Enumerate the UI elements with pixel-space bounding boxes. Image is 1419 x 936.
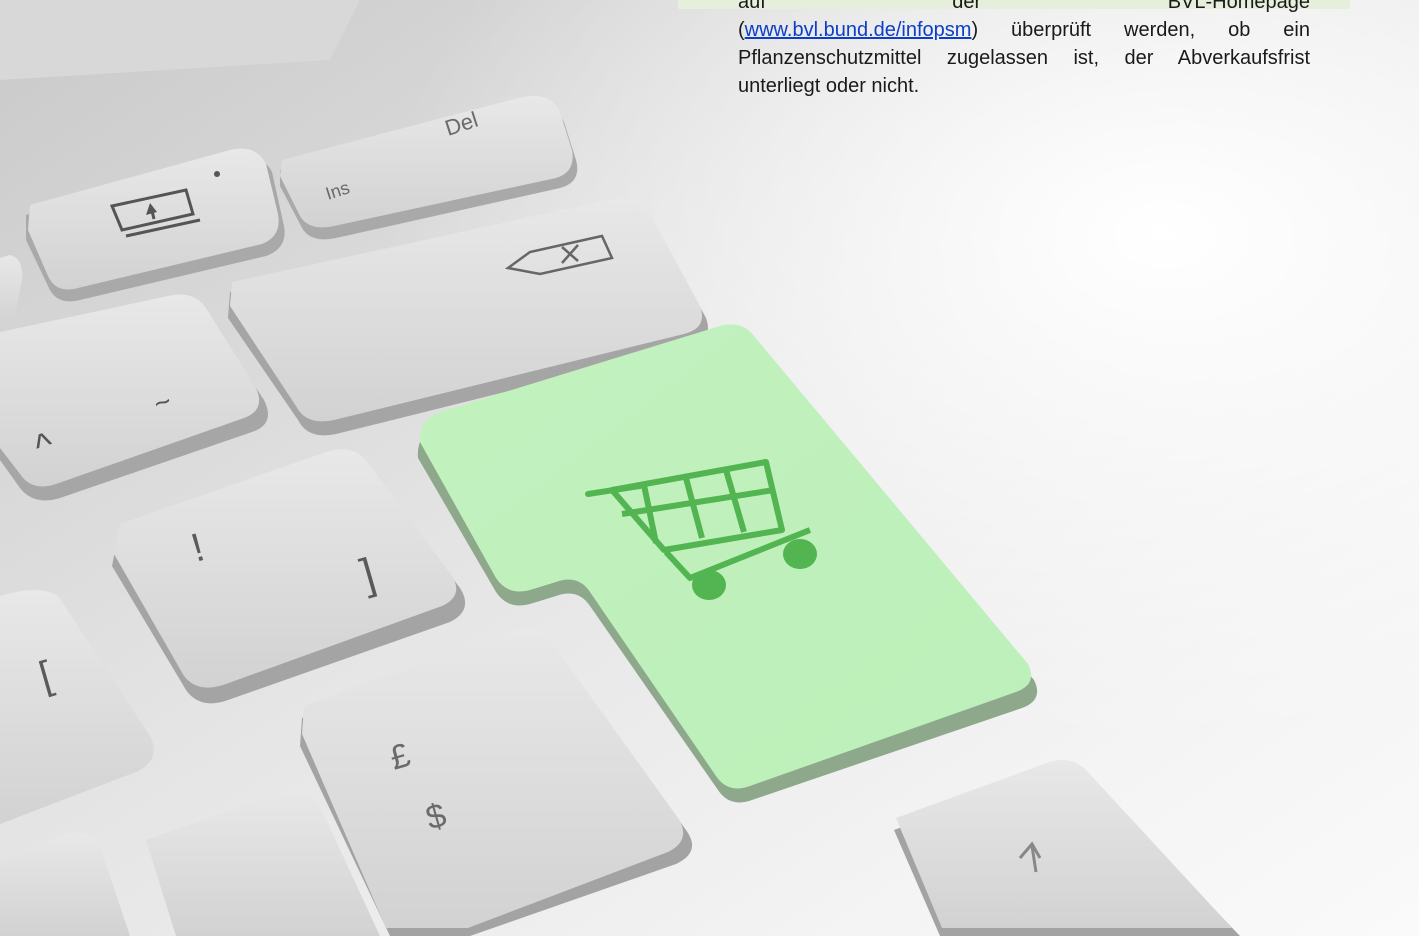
text-block: auf der BVL-Homepage (www.bvl.bund.de/in… bbox=[738, 0, 1310, 100]
bvl-link[interactable]: www.bvl.bund.de/infopsm bbox=[745, 19, 972, 41]
indicator-dot bbox=[214, 171, 220, 177]
text-line-1: auf der BVL-Homepage bbox=[738, 0, 1310, 16]
word-der: der bbox=[952, 0, 982, 13]
text-paragraph: (www.bvl.bund.de/infopsm) überprüft werd… bbox=[738, 16, 1310, 100]
keyboard-photo: Del Ins ~ ^ ! ] [ £ $ bbox=[0, 0, 1419, 936]
word-bvl-homepage: BVL-Homepage bbox=[1167, 0, 1310, 13]
word-auf: auf bbox=[738, 0, 766, 13]
paren-open: ( bbox=[738, 19, 745, 41]
